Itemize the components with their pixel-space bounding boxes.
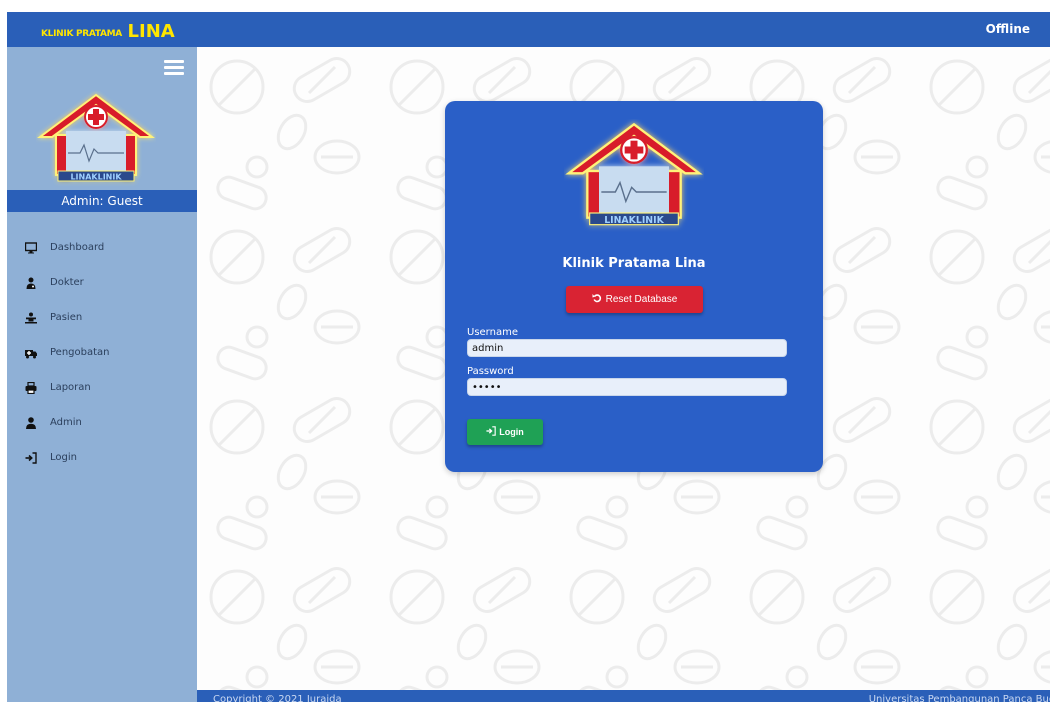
sidebar-item-dokter[interactable]: Dokter bbox=[7, 265, 197, 300]
sidebar-item-login[interactable]: Login bbox=[7, 440, 197, 475]
login-button-label: Login bbox=[499, 427, 524, 437]
username-label: Username bbox=[467, 327, 518, 338]
app-brand[interactable]: KLINIK PRATAMA LINA bbox=[41, 20, 175, 42]
top-navbar: KLINIK PRATAMA LINA Offline bbox=[7, 12, 1050, 47]
undo-icon bbox=[592, 293, 602, 306]
footer-university: Universitas Pembangunan Panca Budi bbox=[868, 694, 1050, 702]
sidebar-item-pengobatan[interactable]: Pengobatan bbox=[7, 335, 197, 370]
sign-in-icon bbox=[486, 426, 496, 438]
footer-copyright: Copyright © 2021 Juraida bbox=[213, 694, 342, 702]
page-footer: Copyright © 2021 Juraida Universitas Pem… bbox=[197, 690, 1050, 702]
sidebar-item-label: Pasien bbox=[50, 312, 83, 323]
password-label: Password bbox=[467, 366, 514, 377]
user-icon bbox=[25, 416, 37, 429]
patient-icon bbox=[25, 312, 37, 324]
connection-status: Offline bbox=[985, 22, 1030, 36]
password-input[interactable] bbox=[467, 378, 787, 396]
sidebar-item-label: Pengobatan bbox=[50, 347, 110, 358]
login-card: LINAKLINIK Klinik Pratama Lina Reset Dat… bbox=[445, 101, 823, 472]
sidebar-item-admin[interactable]: Admin bbox=[7, 405, 197, 440]
sidebar-nav: Dashboard Dokter Pasien Pengobatan Lapor… bbox=[7, 230, 197, 475]
sidebar-item-label: Login bbox=[50, 452, 77, 463]
sidebar-item-pasien[interactable]: Pasien bbox=[7, 300, 197, 335]
brand-small-text: KLINIK PRATAMA bbox=[41, 29, 122, 39]
menu-toggle-icon[interactable] bbox=[164, 60, 184, 76]
print-icon bbox=[25, 381, 37, 394]
current-user-label: Admin: Guest bbox=[7, 190, 197, 212]
brand-big-text: LINA bbox=[127, 21, 175, 42]
reset-database-button[interactable]: Reset Database bbox=[566, 286, 703, 313]
sidebar-item-laporan[interactable]: Laporan bbox=[7, 370, 197, 405]
login-button[interactable]: Login bbox=[467, 419, 543, 445]
reset-database-label: Reset Database bbox=[605, 294, 678, 305]
sidebar-item-label: Laporan bbox=[50, 382, 91, 393]
username-input[interactable] bbox=[467, 339, 787, 357]
sidebar-item-label: Dashboard bbox=[50, 242, 105, 253]
treatment-icon bbox=[25, 347, 37, 359]
sign-in-icon bbox=[25, 451, 37, 464]
sidebar-item-dashboard[interactable]: Dashboard bbox=[7, 230, 197, 265]
monitor-icon bbox=[25, 241, 37, 254]
svg-text:LINAKLINIK: LINAKLINIK bbox=[604, 215, 664, 226]
sidebar-item-label: Dokter bbox=[50, 277, 84, 288]
login-title: Klinik Pratama Lina bbox=[562, 256, 706, 271]
svg-text:LINAKLINIK: LINAKLINIK bbox=[70, 173, 122, 182]
clinic-logo: LINAKLINIK bbox=[565, 122, 703, 226]
sidebar: LINAKLINIK Admin: Guest Dashboard Dokter… bbox=[7, 47, 197, 702]
doctor-icon bbox=[25, 277, 37, 289]
sidebar-item-label: Admin bbox=[50, 417, 82, 428]
clinic-logo: LINAKLINIK bbox=[37, 93, 155, 182]
